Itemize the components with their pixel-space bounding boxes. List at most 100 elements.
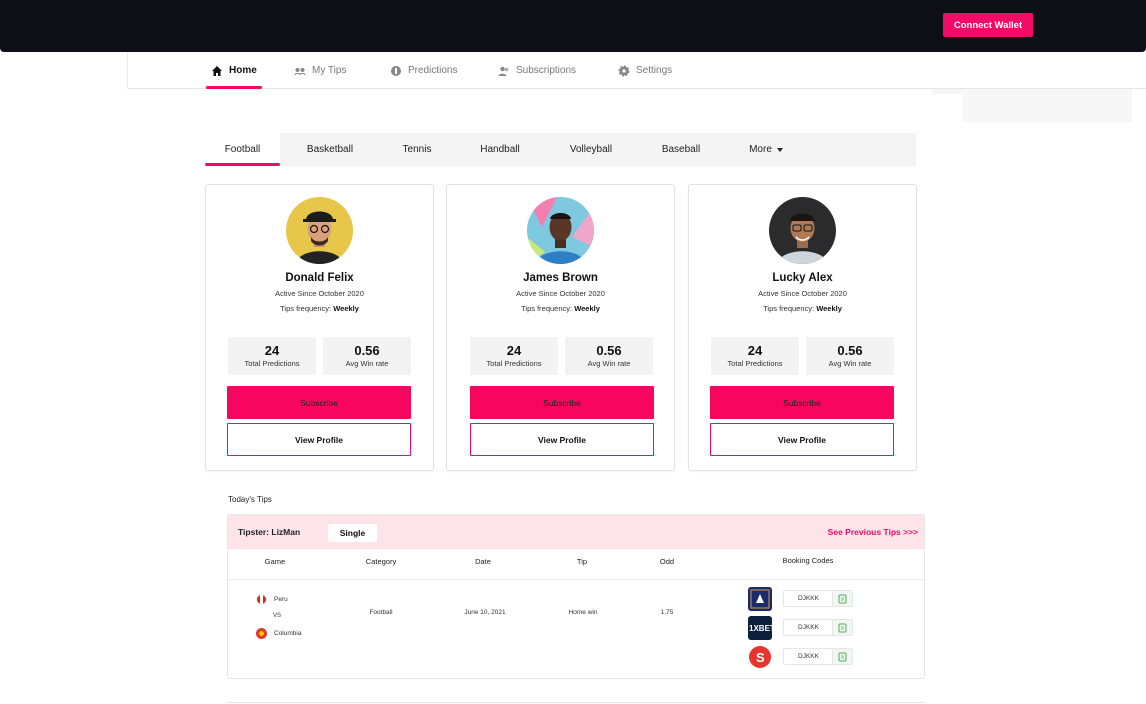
tipster-card: Donald Felix Active Since October 2020 T…: [205, 184, 434, 471]
nav-home[interactable]: Home: [206, 52, 262, 89]
copy-icon[interactable]: [832, 649, 852, 664]
svg-text:S: S: [756, 650, 765, 665]
column-header-tip: Tip: [576, 557, 588, 566]
tips-panel: Tipster: LizMan Single See Previous Tips…: [227, 514, 925, 679]
caret-down-icon: [776, 147, 783, 152]
nav-subscriptions-label: Subscriptions: [516, 65, 577, 76]
view-profile-button[interactable]: View Profile: [227, 423, 411, 456]
win-rate-stat: 0.56 Avg Win rate: [565, 337, 653, 375]
nav-home-label: Home: [229, 65, 257, 76]
column-header-category: Category: [365, 557, 397, 566]
tips-frequency-label: Tips frequency:: [763, 304, 815, 313]
avatar[interactable]: [286, 197, 353, 264]
nav-subscriptions[interactable]: Subscriptions: [498, 52, 576, 89]
tips-frequency: Tips frequency: Weekly: [689, 304, 916, 313]
users-icon: [498, 66, 509, 76]
booking-code-field[interactable]: DJKKK: [783, 619, 853, 636]
nav-my-tips[interactable]: My Tips: [294, 52, 346, 89]
subscribe-button[interactable]: Subscribe: [470, 386, 654, 419]
colombia-flag-icon: [256, 628, 267, 639]
tab-football[interactable]: Football: [205, 133, 280, 166]
main-nav: Home My Tips Predictions Subscriptions S…: [127, 52, 1146, 89]
column-header-odd: Odd: [659, 557, 675, 566]
win-rate-value: 0.56: [596, 343, 622, 358]
view-profile-button[interactable]: View Profile: [710, 423, 894, 456]
tipster-name: Lucky Alex: [772, 272, 833, 284]
divider: [228, 579, 924, 580]
tipster-card: Lucky Alex Active Since October 2020 Tip…: [688, 184, 917, 471]
nav-predictions-label: Predictions: [408, 65, 458, 76]
active-since: Active Since October 2020: [758, 289, 847, 298]
total-predictions-label: Total Predictions: [486, 359, 542, 368]
predictions-icon: [391, 65, 401, 76]
win-rate-label: Avg Win rate: [345, 359, 389, 368]
home-icon: [212, 65, 222, 76]
column-header-date: Date: [475, 557, 491, 566]
nav-settings[interactable]: Settings: [618, 52, 672, 89]
todays-tips-title: Today's Tips: [228, 495, 272, 504]
date-cell: June 10, 2021: [464, 609, 506, 616]
tips-frequency-value: Weekly: [816, 304, 842, 313]
subscribe-button[interactable]: Subscribe: [227, 386, 411, 419]
booking-code-value: DJKKK: [798, 595, 819, 602]
subscribe-button[interactable]: Subscribe: [710, 386, 894, 419]
tips-frequency: Tips frequency: Weekly: [206, 304, 433, 313]
total-predictions-stat: 24 Total Predictions: [711, 337, 799, 375]
versus-label: VS: [273, 613, 282, 619]
tip-cell: Home win: [568, 609, 598, 616]
tips-frequency-label: Tips frequency:: [280, 304, 332, 313]
booking-code-field[interactable]: DJKKK: [783, 590, 853, 607]
tips-icon: [294, 67, 306, 75]
tab-tennis[interactable]: Tennis: [387, 133, 447, 166]
connect-wallet-button[interactable]: Connect Wallet: [943, 13, 1033, 37]
tab-more-label: More: [749, 144, 772, 155]
top-bar: Connect Wallet: [0, 0, 1146, 52]
tipster-card: James Brown Active Since October 2020 Ti…: [446, 184, 675, 471]
bookmaker-3-logo: S: [748, 645, 772, 669]
total-predictions-stat: 24 Total Predictions: [228, 337, 316, 375]
tab-more[interactable]: More: [735, 133, 797, 166]
total-predictions-value: 24: [264, 343, 280, 358]
booking-code-value: DJKKK: [798, 653, 819, 660]
total-predictions-label: Total Predictions: [244, 359, 300, 368]
svg-text:1XBET: 1XBET: [749, 624, 772, 633]
tips-frequency-value: Weekly: [333, 304, 359, 313]
tipster-name: James Brown: [523, 272, 598, 284]
total-predictions-value: 24: [506, 343, 522, 358]
avatar[interactable]: [769, 197, 836, 264]
tab-basketball[interactable]: Basketball: [290, 133, 370, 166]
sport-tabs: Football Basketball Tennis Handball Voll…: [205, 133, 916, 166]
win-rate-stat: 0.56 Avg Win rate: [806, 337, 894, 375]
copy-icon[interactable]: [832, 620, 852, 635]
tips-frequency-label: Tips frequency:: [521, 304, 573, 313]
tab-handball[interactable]: Handball: [465, 133, 535, 166]
total-predictions-value: 24: [747, 343, 763, 358]
see-previous-tips-link[interactable]: See Previous Tips >>>: [828, 515, 918, 549]
column-header-game: Game: [264, 557, 286, 566]
tab-volleyball[interactable]: Volleyball: [555, 133, 627, 166]
view-profile-button[interactable]: View Profile: [470, 423, 654, 456]
odd-cell: 1.75: [660, 609, 674, 616]
win-rate-stat: 0.56 Avg Win rate: [323, 337, 411, 375]
win-rate-label: Avg Win rate: [828, 359, 872, 368]
divider: [227, 702, 925, 703]
home-team: Peru: [274, 596, 288, 603]
win-rate-value: 0.56: [837, 343, 863, 358]
gear-icon: [618, 65, 630, 76]
1xbet-logo: 1XBET: [748, 616, 772, 640]
tips-frequency-value: Weekly: [574, 304, 600, 313]
bet-type-badge: Single: [328, 524, 377, 542]
total-predictions-stat: 24 Total Predictions: [470, 337, 558, 375]
copy-icon[interactable]: [832, 591, 852, 606]
placeholder-block: [932, 89, 962, 94]
booking-code-field[interactable]: DJKKK: [783, 648, 853, 665]
tab-baseball[interactable]: Baseball: [648, 133, 714, 166]
category-cell: Football: [369, 609, 393, 616]
win-rate-label: Avg Win rate: [587, 359, 631, 368]
placeholder-block: [962, 89, 1132, 122]
nav-predictions[interactable]: Predictions: [390, 52, 457, 89]
avatar[interactable]: [527, 197, 594, 264]
tipster-label: Tipster: LizMan: [238, 527, 301, 537]
active-since: Active Since October 2020: [275, 289, 364, 298]
nav-settings-label: Settings: [636, 65, 673, 76]
